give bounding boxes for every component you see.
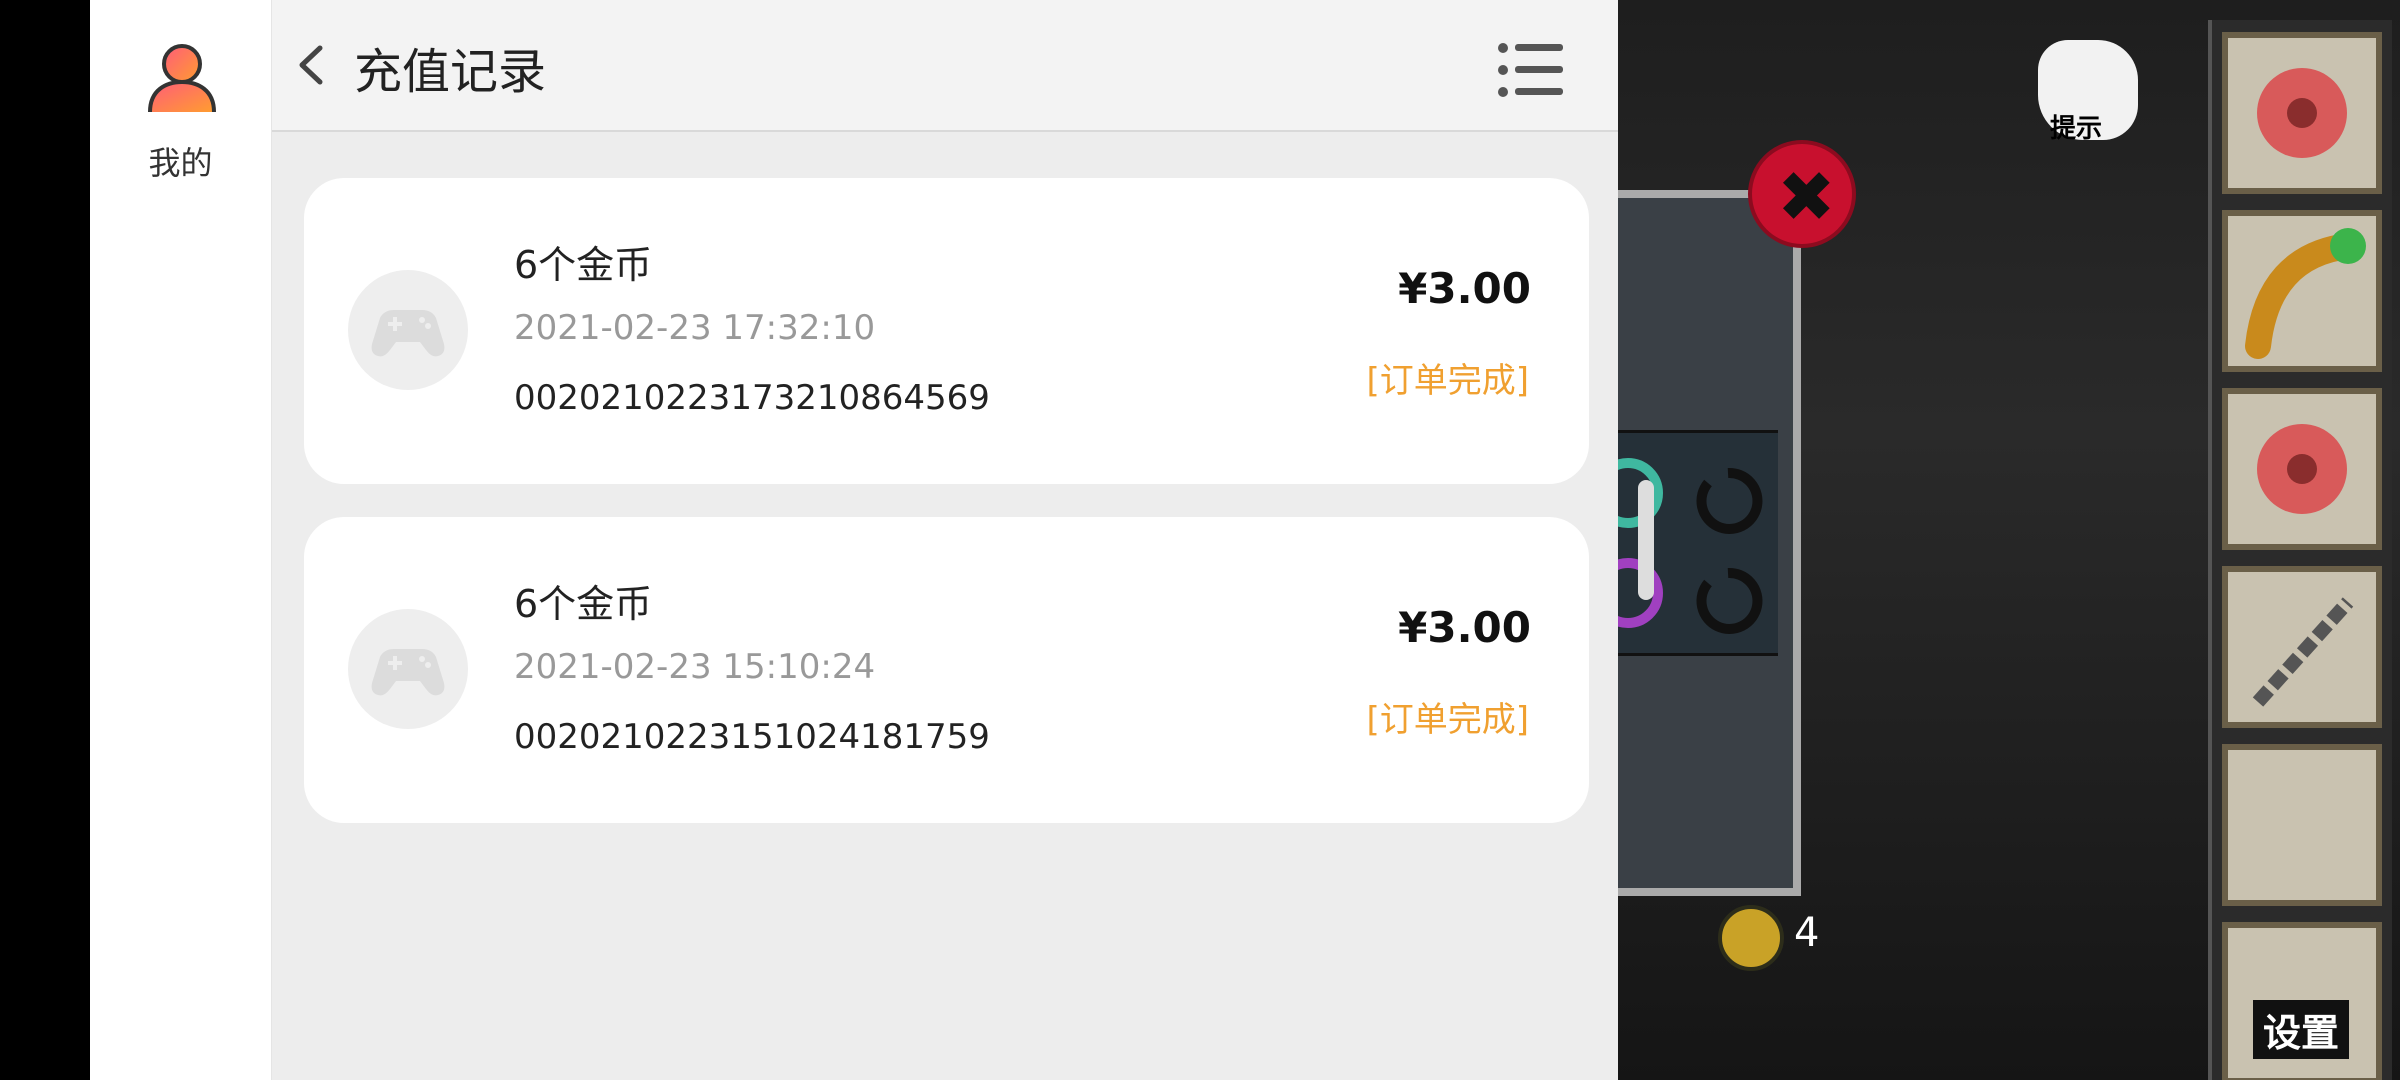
gamepad-icon: [348, 609, 468, 729]
gear-slider[interactable]: [1638, 480, 1654, 600]
record-time: 2021-02-23 17:32:10: [514, 308, 876, 348]
gamepad-icon: [348, 270, 468, 390]
record-card[interactable]: 6个金币 2021-02-23 17:32:10 002021022317321…: [304, 178, 1589, 484]
inventory-slot-flower-icon[interactable]: [2222, 32, 2382, 194]
inventory-slot-flower-icon[interactable]: [2222, 388, 2382, 550]
inventory-slot-hose-icon[interactable]: [2222, 210, 2382, 372]
panel-header: 充值记录: [272, 0, 1618, 132]
menu-list-icon[interactable]: [1497, 40, 1567, 100]
record-status: [订单完成]: [1366, 700, 1529, 740]
inventory-slot-empty[interactable]: [2222, 744, 2382, 906]
page-title: 充值记录: [354, 44, 547, 100]
coin-icon: [1718, 905, 1784, 971]
game-scene: ✖ 提示 4 设置: [1618, 0, 2400, 1080]
close-icon[interactable]: ✖: [1748, 140, 1856, 248]
coin-count: 4: [1794, 910, 1820, 956]
record-card[interactable]: 6个金币 2021-02-23 15:10:24 002021022315102…: [304, 517, 1589, 823]
back-arrow-icon[interactable]: [292, 40, 332, 90]
record-price: ¥3.00: [1398, 603, 1531, 652]
record-price: ¥3.00: [1398, 264, 1531, 313]
sidebar-item-mine[interactable]: 我的: [90, 138, 271, 184]
record-name: 6个金币: [514, 243, 653, 287]
record-order-id: 0020210223151024181759: [514, 717, 990, 757]
sidebar: 我的: [90, 0, 273, 1080]
record-status: [订单完成]: [1366, 361, 1529, 401]
user-icon[interactable]: [142, 40, 222, 120]
inventory-column: [2208, 20, 2392, 1080]
inventory-slot-chain-icon[interactable]: [2222, 566, 2382, 728]
recharge-records-panel: 充值记录 6个金币 2021-02-23 17:32:10 0020210223…: [272, 0, 1618, 1080]
settings-button[interactable]: 设置: [2253, 1000, 2350, 1059]
record-time: 2021-02-23 15:10:24: [514, 647, 876, 687]
record-name: 6个金币: [514, 582, 653, 626]
record-order-id: 0020210223173210864569: [514, 378, 990, 418]
hint-label[interactable]: 提示: [2050, 108, 2102, 145]
left-blank-area: [0, 0, 90, 1080]
